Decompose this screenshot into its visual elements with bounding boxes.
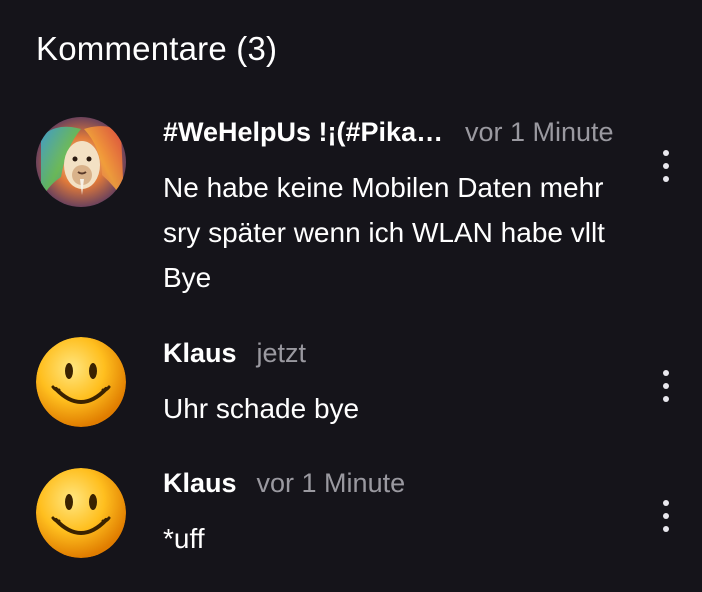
comment-meta: #WeHelpUs !¡(#Pikachu vor 1 Minute xyxy=(163,117,614,153)
more-vertical-icon-dot xyxy=(663,176,669,182)
more-options-button[interactable] xyxy=(652,146,680,186)
lion-avatar-icon xyxy=(36,117,126,207)
comments-heading: Kommentare (3) xyxy=(36,30,278,67)
comment-timestamp: jetzt xyxy=(256,338,307,368)
more-vertical-icon-dot xyxy=(663,513,669,519)
more-options-button[interactable] xyxy=(652,496,680,536)
smiley-avatar-icon xyxy=(36,337,126,427)
more-vertical-icon-dot xyxy=(663,396,669,402)
more-vertical-icon-dot xyxy=(663,526,669,532)
more-vertical-icon-dot xyxy=(663,163,669,169)
comment-timestamp: vor 1 Minute xyxy=(256,468,406,498)
comment-meta: Klaus vor 1 Minute xyxy=(163,468,405,504)
comment-author[interactable]: Klaus xyxy=(163,338,237,369)
comment-text: Uhr schade bye xyxy=(163,393,360,424)
comment-author[interactable]: #WeHelpUs !¡(#Pikachu xyxy=(163,117,445,148)
more-vertical-icon xyxy=(663,500,669,506)
smiley-avatar-icon xyxy=(36,468,126,558)
avatar[interactable] xyxy=(36,337,126,427)
more-options-button[interactable] xyxy=(652,366,680,406)
comment-text: *uff xyxy=(163,523,205,554)
comment-timestamp: vor 1 Minute xyxy=(465,117,614,147)
comment-meta: Klaus jetzt xyxy=(163,338,306,374)
avatar[interactable] xyxy=(36,117,126,207)
more-vertical-icon-dot xyxy=(663,383,669,389)
more-vertical-icon xyxy=(663,150,669,156)
more-vertical-icon xyxy=(663,370,669,376)
avatar[interactable] xyxy=(36,468,126,558)
comment-author[interactable]: Klaus xyxy=(163,468,237,499)
comment-text: Ne habe keine Mobilen Daten mehr sry spä… xyxy=(163,172,605,293)
